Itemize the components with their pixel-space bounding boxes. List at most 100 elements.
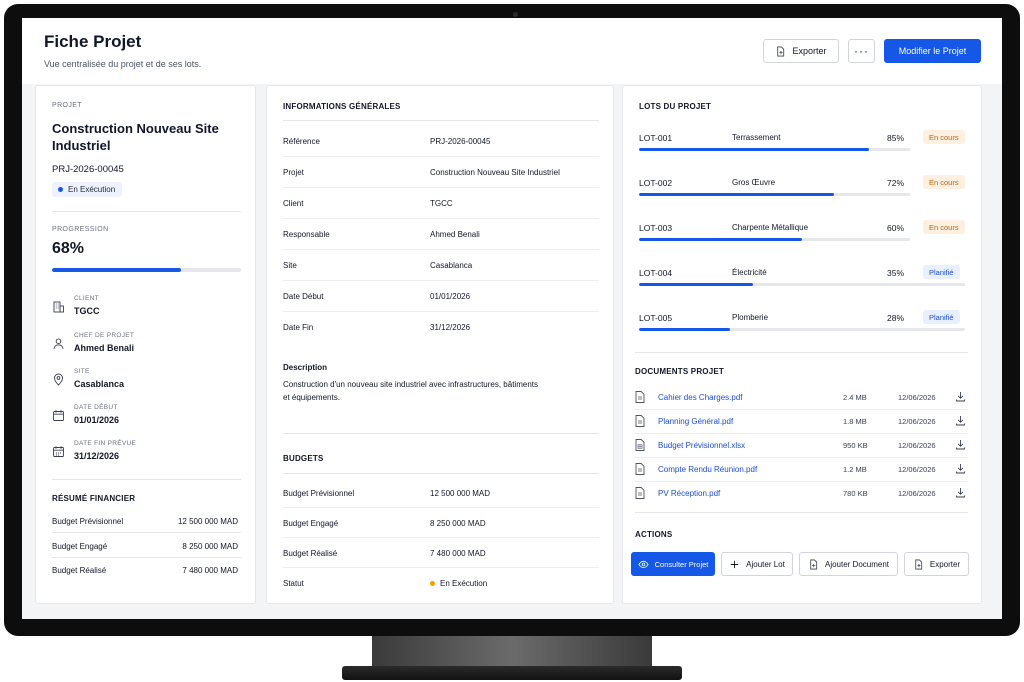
more-options-button[interactable]: ··· (848, 39, 875, 63)
download-icon[interactable] (955, 487, 966, 498)
budget-row-status: Statut En Exécution (283, 568, 599, 598)
finance-title: RÉSUMÉ FINANCIER (52, 494, 136, 503)
lots-title: LOTS DU PROJET (639, 102, 712, 111)
info-label: DATE FIN PRÉVUE (74, 440, 137, 447)
summary-section-label: PROJET (52, 102, 83, 109)
lot-percent: 28% (887, 313, 905, 323)
document-row[interactable]: Cahier des Charges.pdf 2.4 MB 12/06/2026 (635, 386, 968, 410)
finance-value: 7 480 000 MAD (182, 566, 238, 575)
project-reference: PRJ-2026-00045 (52, 164, 124, 175)
page-title: Fiche Projet (44, 32, 142, 51)
lot-status-badge: En cours (923, 175, 965, 189)
divider (635, 512, 968, 513)
export-file-icon (777, 46, 785, 56)
divider (635, 352, 968, 353)
progress-value: 68% (52, 240, 85, 257)
divider (52, 532, 241, 533)
document-row[interactable]: Budget Prévisionnel.xlsx 950 KB 12/06/20… (635, 434, 968, 458)
lot-percent: 72% (887, 178, 905, 188)
row-value: En Exécution (430, 579, 487, 588)
file-icon (635, 463, 645, 475)
divider (283, 120, 599, 121)
calendar-clock-icon (53, 446, 64, 457)
info-start-date: DATE DÉBUT 01/01/2026 (52, 404, 242, 434)
map-pin-icon (54, 373, 63, 386)
lot-item[interactable]: LOT-005 Plomberie 28% Planifié (639, 310, 965, 343)
lots-documents-card: LOTS DU PROJET LOT-001 Terrassement 85% … (622, 85, 982, 604)
document-name-link[interactable]: Compte Rendu Réunion.pdf (658, 465, 757, 474)
download-icon[interactable] (955, 439, 966, 450)
info-row-site: Site Casablanca (283, 250, 599, 281)
lot-progress-bar (639, 148, 910, 151)
lot-code: LOT-005 (639, 313, 673, 323)
status-dot-icon (58, 187, 63, 192)
file-icon (635, 487, 645, 499)
lot-name: Gros Œuvre (732, 178, 776, 187)
export-button[interactable]: Exporter (763, 39, 839, 63)
document-name-link[interactable]: Cahier des Charges.pdf (658, 393, 743, 402)
lot-status-badge: Planifié (923, 265, 960, 279)
info-row-end-date: Date Fin 31/12/2026 (283, 312, 599, 343)
download-icon[interactable] (955, 415, 966, 426)
finance-label: Budget Réalisé (52, 566, 107, 575)
row-value: 8 250 000 MAD (430, 519, 486, 528)
download-icon[interactable] (955, 391, 966, 402)
finance-value: 8 250 000 MAD (182, 542, 238, 551)
row-key: Référence (283, 137, 320, 146)
lot-status-badge: En cours (923, 220, 965, 234)
row-value: 12 500 000 MAD (430, 489, 491, 498)
document-row[interactable]: PV Réception.pdf 780 KB 12/06/2026 (635, 482, 968, 506)
finance-row: Budget Réalisé 7 480 000 MAD (52, 566, 238, 575)
document-date: 12/06/2026 (898, 417, 936, 426)
divider (52, 557, 241, 558)
info-row-client: Client TGCC (283, 188, 599, 219)
lot-item[interactable]: LOT-001 Terrassement 85% En cours (639, 130, 965, 163)
file-icon (635, 391, 645, 403)
lot-item[interactable]: LOT-002 Gros Œuvre 72% En cours (639, 175, 965, 208)
lot-code: LOT-004 (639, 268, 673, 278)
finance-row: Budget Engagé 8 250 000 MAD (52, 542, 238, 551)
document-date: 12/06/2026 (898, 393, 936, 402)
edit-project-button[interactable]: Modifier le Projet (884, 39, 981, 63)
page-subtitle: Vue centralisée du projet et de ses lots… (44, 59, 202, 69)
view-project-button[interactable]: Consulter Projet (631, 552, 715, 576)
lot-status-badge: En cours (923, 130, 965, 144)
finance-label: Budget Prévisionnel (52, 517, 124, 526)
lot-progress-bar (639, 238, 910, 241)
row-value: Ahmed Benali (430, 230, 480, 239)
add-lot-label: Ajouter Lot (746, 559, 785, 569)
info-row-start-date: Date Début 01/01/2026 (283, 281, 599, 312)
document-date: 12/06/2026 (898, 441, 936, 450)
status-badge: En Exécution (52, 182, 123, 197)
divider (283, 473, 599, 474)
export-file-icon (915, 559, 922, 569)
export-action-button[interactable]: Exporter (904, 552, 969, 576)
export-button-label: Exporter (792, 46, 827, 56)
lot-item[interactable]: LOT-004 Électricité 35% Planifié (639, 265, 965, 298)
document-name-link[interactable]: Budget Prévisionnel.xlsx (658, 441, 745, 450)
progress-bar-fill (52, 268, 181, 272)
add-lot-button[interactable]: Ajouter Lot (721, 552, 793, 576)
lot-item[interactable]: LOT-003 Charpente Métallique 60% En cour… (639, 220, 965, 253)
add-document-label: Ajouter Document (824, 559, 890, 569)
building-icon (53, 301, 64, 313)
document-row[interactable]: Planning Général.pdf 1.8 MB 12/06/2026 (635, 410, 968, 434)
document-row[interactable]: Compte Rendu Réunion.pdf 1.2 MB 12/06/20… (635, 458, 968, 482)
app-screen: Fiche Projet Vue centralisée du projet e… (22, 18, 1002, 619)
monitor-stand-base (342, 666, 682, 680)
info-value: TGCC (74, 306, 100, 316)
lot-code: LOT-003 (639, 223, 673, 233)
document-size: 1.8 MB (843, 417, 867, 426)
document-size: 950 KB (843, 441, 868, 450)
status-dot-icon (430, 581, 435, 586)
download-icon[interactable] (955, 463, 966, 474)
info-label: DATE DÉBUT (74, 404, 118, 411)
document-name-link[interactable]: PV Réception.pdf (658, 489, 720, 498)
add-document-button[interactable]: Ajouter Document (799, 552, 898, 576)
finance-label: Budget Engagé (52, 542, 108, 551)
lot-code: LOT-001 (639, 133, 673, 143)
document-name-link[interactable]: Planning Général.pdf (658, 417, 733, 426)
general-info-title: INFORMATIONS GÉNÉRALES (283, 102, 401, 111)
info-value: 31/12/2026 (74, 451, 120, 461)
row-key: Date Début (283, 292, 324, 301)
